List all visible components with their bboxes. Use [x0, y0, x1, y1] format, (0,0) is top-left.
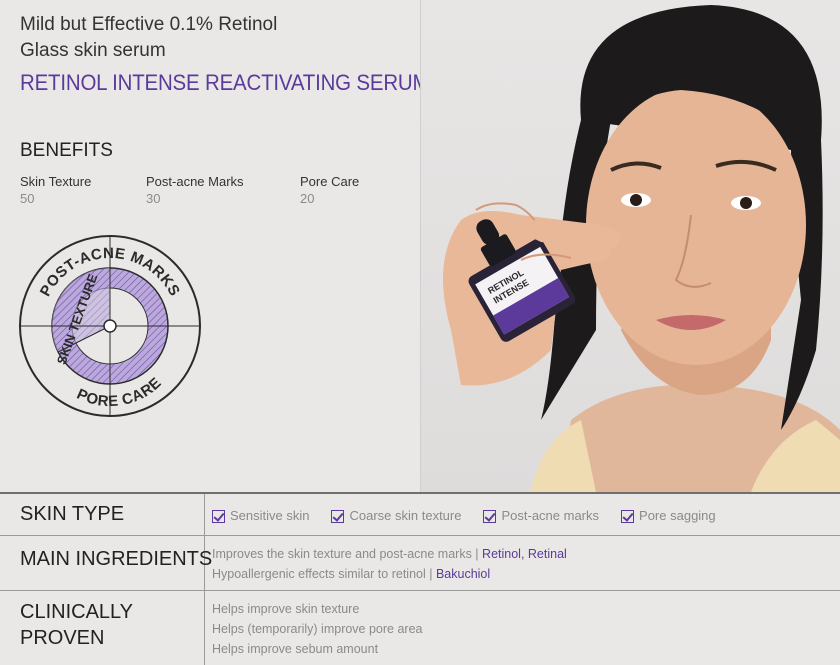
skin-type-options: Sensitive skin Coarse skin texture Post-…	[212, 506, 738, 526]
clinical-item: Helps improve skin texture	[212, 602, 360, 616]
ingredient-line: Improves the skin texture and post-acne …	[212, 544, 567, 564]
ingredients-row: MAIN INGREDIENTS Improves the skin textu…	[0, 536, 840, 591]
checkbox-checked-icon	[483, 509, 497, 523]
clinical-item: Helps improve sebum amount	[212, 642, 379, 656]
skin-type-option: Post-acne marks	[483, 506, 599, 526]
skin-type-option-label: Pore sagging	[639, 508, 716, 523]
skin-type-option-label: Sensitive skin	[230, 508, 310, 523]
benefit-post-acne: Post-acne Marks 30	[146, 173, 244, 207]
tagline-line1: Mild but Effective 0.1% Retinol	[20, 14, 278, 35]
clinical-item: Helps (temporarily) improve pore area	[212, 622, 423, 636]
skin-type-option: Pore sagging	[621, 506, 716, 526]
benefit-value: 50	[20, 191, 35, 206]
column-divider	[204, 591, 205, 665]
product-name: RETINOL INTENSE REACTIVATING SERUM	[20, 70, 430, 95]
checkbox-checked-icon	[331, 509, 345, 523]
skin-type-option: Coarse skin texture	[331, 506, 461, 526]
ingredient-line: Hypoallergenic effects similar to retino…	[212, 564, 567, 584]
ingredient-highlight: Bakuchiol	[435, 567, 491, 581]
model-photo: RETINOL INTENSE	[421, 0, 840, 492]
clinical-row: CLINICALLY PROVEN Helps improve skin tex…	[0, 591, 840, 665]
info-panel: Mild but Effective 0.1% Retinol Glass sk…	[0, 0, 430, 492]
benefits-wheel: POST-ACNE MARKS SKIN TEXTURE PORE CARE	[19, 235, 201, 417]
ingredients-content: Improves the skin texture and post-acne …	[212, 544, 567, 584]
benefit-value: 20	[300, 191, 315, 206]
ingredient-highlight: Retinol, Retinal	[482, 547, 567, 561]
benefit-value: 30	[146, 191, 161, 206]
benefit-label: Skin Texture	[20, 174, 92, 189]
benefit-label: Post-acne Marks	[146, 174, 244, 189]
clinical-label: CLINICALLY PROVEN	[20, 599, 133, 651]
product-details-table: SKIN TYPE Sensitive skin Coarse skin tex…	[0, 492, 840, 665]
skin-type-label: SKIN TYPE	[20, 503, 125, 525]
clinical-label-line1: CLINICALLY	[20, 601, 134, 623]
skin-type-option: Sensitive skin	[212, 506, 309, 526]
ingredient-text: Improves the skin texture and post-acne …	[212, 547, 483, 561]
checkbox-checked-icon	[621, 509, 635, 523]
clinical-label-line2: PROVEN	[20, 627, 105, 649]
ingredient-text: Hypoallergenic effects similar to retino…	[212, 567, 436, 581]
skin-type-row: SKIN TYPE Sensitive skin Coarse skin tex…	[0, 494, 840, 536]
benefit-skin-texture: Skin Texture 50	[20, 173, 91, 207]
checkbox-checked-icon	[212, 509, 225, 523]
model-illustration: RETINOL INTENSE	[443, 5, 840, 492]
tagline-line2: Glass skin serum	[20, 40, 166, 61]
benefit-label: Pore Care	[300, 174, 360, 189]
benefits-title: BENEFITS	[20, 140, 113, 161]
column-divider	[204, 494, 205, 536]
ingredients-label: MAIN INGREDIENTS	[20, 548, 213, 570]
skin-type-option-label: Post-acne marks	[501, 508, 600, 523]
benefit-pore-care: Pore Care 20	[300, 173, 359, 207]
tagline: Mild but Effective 0.1% Retinol Glass sk…	[20, 12, 277, 64]
skin-type-option-label: Coarse skin texture	[349, 508, 462, 523]
clinical-content: Helps improve skin texture Helps (tempor…	[212, 599, 423, 659]
